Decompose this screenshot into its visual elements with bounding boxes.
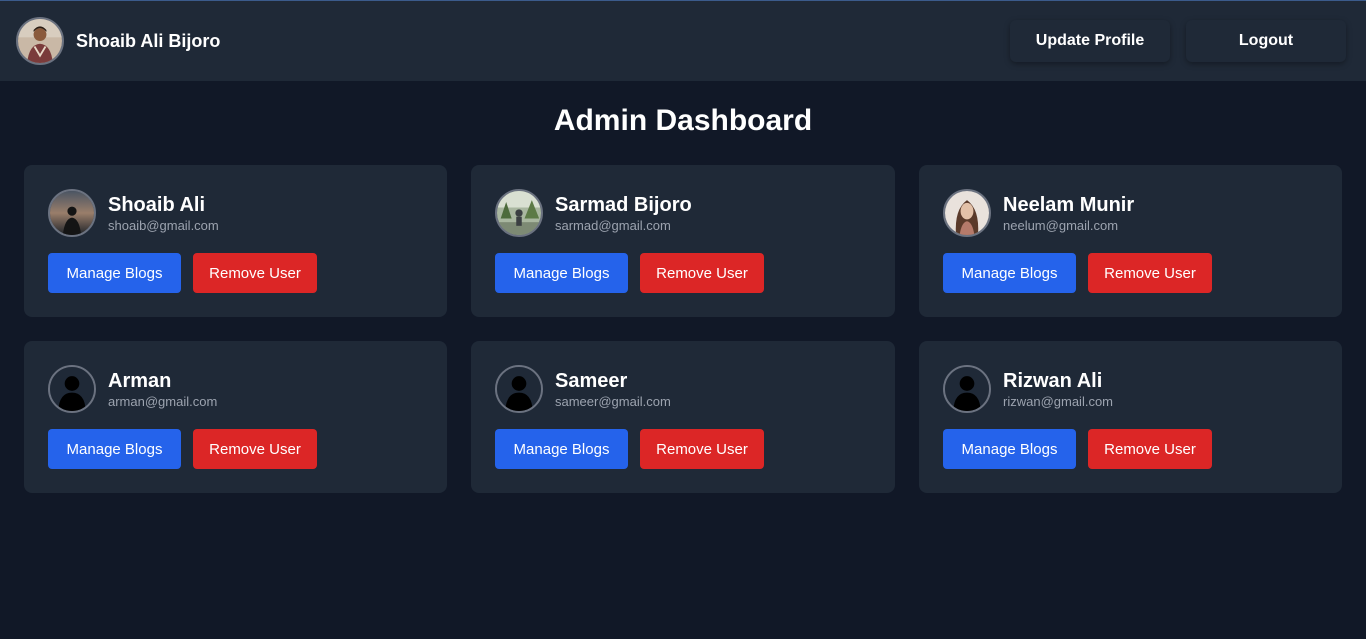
user-email: sameer@gmail.com <box>555 394 671 409</box>
user-name: Shoaib Ali <box>108 194 206 216</box>
remove-user-button[interactable]: Remove User <box>193 253 317 293</box>
user-card-header: Sameer sameer@gmail.com <box>495 365 871 413</box>
user-name: Neelam Munir <box>1003 194 1135 216</box>
profile-photo-icon <box>18 19 62 63</box>
user-card-header: Rizwan Ali rizwan@gmail.com <box>943 365 1318 413</box>
update-profile-button[interactable]: Update Profile <box>1010 20 1170 62</box>
remove-user-button[interactable]: Remove User <box>640 253 764 293</box>
user-card: Sarmad Bijoro sarmad@gmail.com Manage Bl… <box>471 165 895 317</box>
user-email: rizwan@gmail.com <box>1003 394 1113 409</box>
default-user-icon <box>497 367 541 411</box>
outdoor-photo-icon <box>497 191 541 235</box>
profile-name: Shoaib Ali Bijoro <box>76 30 221 51</box>
profile-area: Shoaib Ali Bijoro <box>16 17 220 65</box>
user-card: Sameer sameer@gmail.com Manage Blogs Rem… <box>471 341 895 493</box>
user-email: arman@gmail.com <box>108 394 218 409</box>
user-card: Arman arman@gmail.com Manage Blogs Remov… <box>24 341 447 493</box>
user-grid: Shoaib Ali shoaib@gmail.com Manage Blogs… <box>24 165 1342 493</box>
user-email: neelum@gmail.com <box>1003 218 1119 233</box>
user-actions: Manage Blogs Remove User <box>943 429 1318 469</box>
nav-buttons: Update Profile Logout <box>1010 20 1346 62</box>
user-avatar <box>495 365 543 413</box>
user-actions: Manage Blogs Remove User <box>495 429 871 469</box>
manage-blogs-button[interactable]: Manage Blogs <box>495 253 628 293</box>
default-user-icon <box>945 367 989 411</box>
user-actions: Manage Blogs Remove User <box>48 253 423 293</box>
manage-blogs-button[interactable]: Manage Blogs <box>495 429 628 469</box>
user-avatar <box>48 189 96 237</box>
user-actions: Manage Blogs Remove User <box>495 253 871 293</box>
user-email: sarmad@gmail.com <box>555 218 671 233</box>
user-actions: Manage Blogs Remove User <box>943 253 1318 293</box>
manage-blogs-button[interactable]: Manage Blogs <box>943 253 1076 293</box>
user-info: Arman arman@gmail.com <box>108 369 217 409</box>
page-title: Admin Dashboard <box>553 104 813 137</box>
remove-user-button[interactable]: Remove User <box>640 429 764 469</box>
remove-user-button[interactable]: Remove User <box>193 429 317 469</box>
user-email: shoaib@gmail.com <box>108 218 219 233</box>
user-name: Sameer <box>555 370 628 392</box>
user-card: Shoaib Ali shoaib@gmail.com Manage Blogs… <box>24 165 447 317</box>
user-info: Shoaib Ali shoaib@gmail.com <box>108 193 219 233</box>
user-card-header: Neelam Munir neelum@gmail.com <box>943 189 1318 237</box>
user-info: Rizwan Ali rizwan@gmail.com <box>1003 369 1113 409</box>
profile-avatar[interactable] <box>16 17 64 65</box>
user-actions: Manage Blogs Remove User <box>48 429 423 469</box>
user-info: Neelam Munir neelum@gmail.com <box>1003 193 1134 233</box>
user-avatar <box>943 365 991 413</box>
top-navbar: Shoaib Ali Bijoro Update Profile Logout <box>0 0 1366 81</box>
user-card-header: Shoaib Ali shoaib@gmail.com <box>48 189 423 237</box>
user-card: Neelam Munir neelum@gmail.com Manage Blo… <box>919 165 1342 317</box>
user-name: Arman <box>108 370 172 392</box>
manage-blogs-button[interactable]: Manage Blogs <box>48 429 181 469</box>
user-name: Sarmad Bijoro <box>555 194 692 216</box>
logout-button[interactable]: Logout <box>1186 20 1346 62</box>
user-card-header: Sarmad Bijoro sarmad@gmail.com <box>495 189 871 237</box>
portrait-photo-icon <box>945 191 989 235</box>
user-avatar <box>495 189 543 237</box>
default-user-icon <box>50 367 94 411</box>
user-info: Sameer sameer@gmail.com <box>555 369 671 409</box>
remove-user-button[interactable]: Remove User <box>1088 429 1212 469</box>
manage-blogs-button[interactable]: Manage Blogs <box>943 429 1076 469</box>
user-info: Sarmad Bijoro sarmad@gmail.com <box>555 193 692 233</box>
manage-blogs-button[interactable]: Manage Blogs <box>48 253 181 293</box>
remove-user-button[interactable]: Remove User <box>1088 253 1212 293</box>
user-name: Rizwan Ali <box>1003 370 1103 392</box>
user-avatar <box>48 365 96 413</box>
sunset-photo-icon <box>50 191 94 235</box>
user-card-header: Arman arman@gmail.com <box>48 365 423 413</box>
user-card: Rizwan Ali rizwan@gmail.com Manage Blogs… <box>919 341 1342 493</box>
user-avatar <box>943 189 991 237</box>
